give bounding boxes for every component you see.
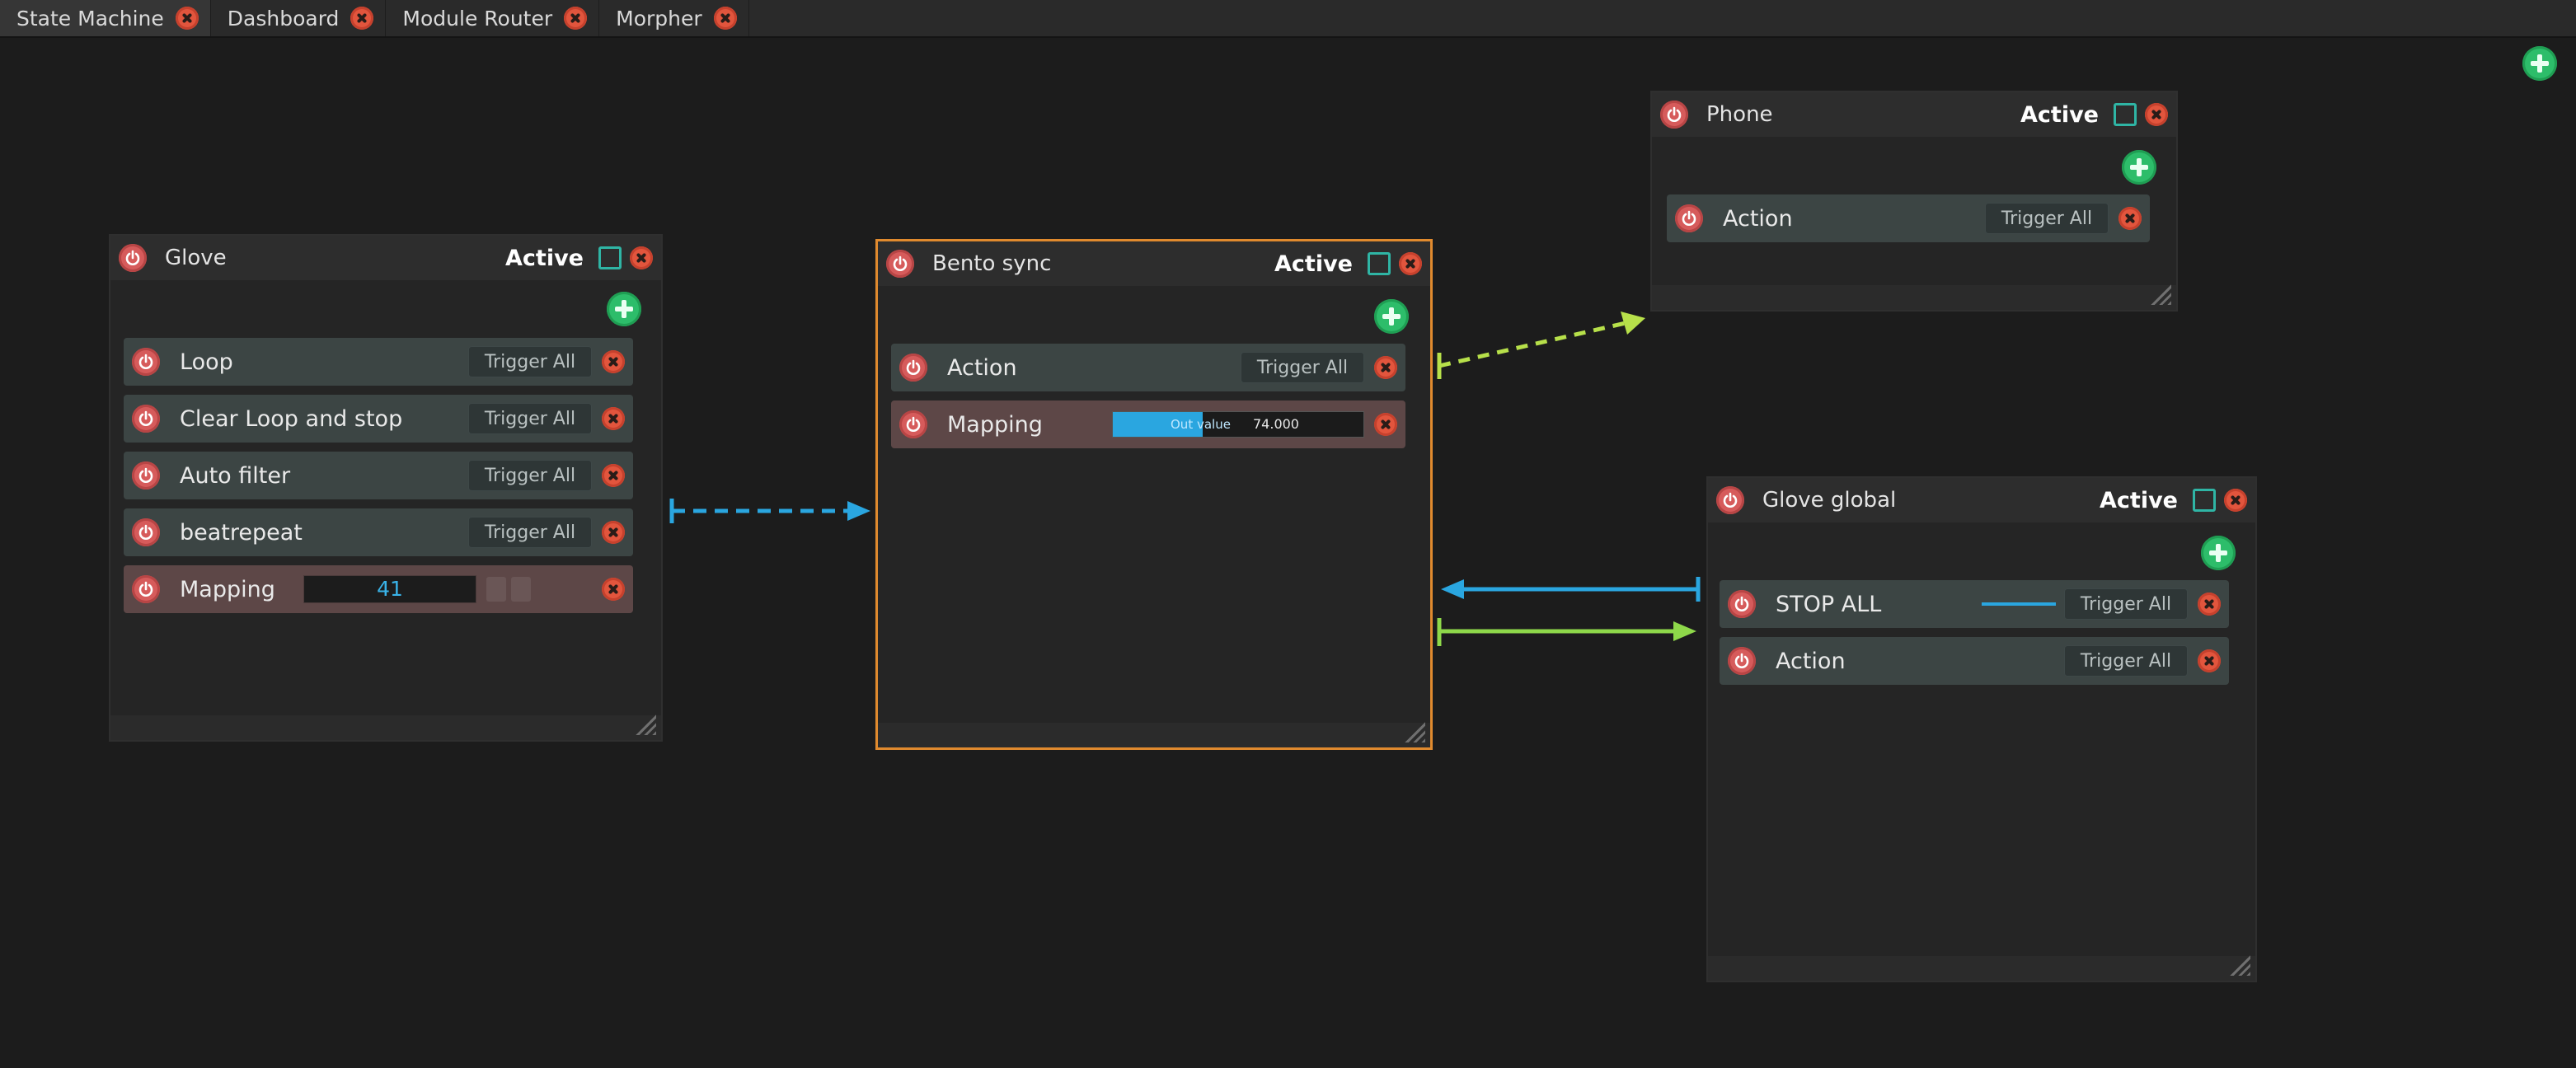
active-label: Active (505, 245, 584, 271)
power-icon[interactable] (899, 354, 927, 382)
mapping-toggle[interactable] (511, 577, 531, 602)
state-node-glove[interactable]: Glove Active Loop Trigger All Clear Loop… (109, 234, 663, 742)
power-icon[interactable] (132, 461, 160, 490)
remove-icon[interactable] (1374, 413, 1397, 436)
node-footer (1652, 285, 2176, 310)
power-icon[interactable] (1728, 647, 1756, 675)
trigger-all-button[interactable]: Trigger All (468, 346, 592, 377)
mapping-label: Mapping (947, 411, 1043, 438)
action-label: Action (1723, 205, 1793, 232)
link-glove-to-bento[interactable] (669, 499, 870, 523)
remove-icon[interactable] (602, 407, 625, 430)
mapping-value-field[interactable]: 41 (303, 575, 476, 603)
node-title: Glove global (1762, 488, 1897, 513)
activity-indicator (1982, 602, 2056, 606)
trigger-all-button[interactable]: Trigger All (2064, 588, 2188, 620)
list-item[interactable]: Action Trigger All (1667, 194, 2150, 242)
action-label: STOP ALL (1776, 591, 1882, 617)
power-icon[interactable] (132, 348, 160, 376)
power-icon[interactable] (886, 250, 914, 278)
list-item[interactable]: Auto filter Trigger All (124, 452, 633, 499)
trigger-all-button[interactable]: Trigger All (468, 460, 592, 491)
remove-icon[interactable] (602, 578, 625, 601)
out-value-bar: Out value 74.000 (1112, 411, 1364, 438)
close-icon[interactable] (2224, 489, 2247, 512)
action-label: Clear Loop and stop (180, 405, 403, 432)
power-icon[interactable] (1660, 101, 1688, 129)
add-action-icon[interactable] (1374, 299, 1409, 334)
action-label: beatrepeat (180, 519, 303, 546)
link-bento-to-gloveglobal[interactable] (1437, 618, 1696, 646)
close-icon[interactable] (630, 246, 653, 269)
action-label: Action (1776, 648, 1846, 674)
active-checkbox[interactable] (598, 246, 622, 269)
active-checkbox[interactable] (2114, 103, 2137, 126)
mapping-row[interactable]: Mapping 41 (124, 565, 633, 613)
power-icon[interactable] (132, 518, 160, 546)
state-node-glove-global[interactable]: Glove global Active STOP ALL Trigger All… (1706, 476, 2257, 982)
trigger-all-button[interactable]: Trigger All (2064, 645, 2188, 677)
trigger-all-button[interactable]: Trigger All (1985, 203, 2109, 234)
close-icon[interactable] (2145, 103, 2168, 126)
action-label: Auto filter (180, 462, 291, 489)
state-node-bento-sync[interactable]: Bento sync Active Action Trigger All Map… (875, 239, 1433, 750)
node-header[interactable]: Phone Active (1652, 92, 2176, 137)
node-title: Phone (1706, 102, 1773, 127)
node-title: Glove (165, 246, 227, 270)
mapping-label: Mapping (180, 576, 275, 602)
remove-icon[interactable] (602, 464, 625, 487)
state-node-phone[interactable]: Phone Active Action Trigger All (1650, 91, 2178, 312)
out-value-label: Out value (1171, 417, 1231, 432)
node-header[interactable]: Bento sync Active (878, 241, 1430, 286)
list-item[interactable]: STOP ALL Trigger All (1720, 580, 2229, 628)
node-footer (878, 723, 1430, 747)
active-checkbox[interactable] (2193, 489, 2216, 512)
active-label: Active (1274, 251, 1353, 277)
add-action-icon[interactable] (607, 292, 641, 326)
list-item[interactable]: Action Trigger All (891, 344, 1405, 391)
node-footer (1708, 956, 2255, 981)
node-footer (110, 715, 661, 740)
power-icon[interactable] (132, 575, 160, 603)
active-checkbox[interactable] (1368, 252, 1391, 275)
remove-icon[interactable] (2198, 649, 2221, 672)
out-value-number: 74.000 (1253, 416, 1299, 432)
trigger-all-button[interactable]: Trigger All (468, 403, 592, 434)
power-icon[interactable] (1675, 204, 1703, 232)
action-label: Action (947, 354, 1017, 381)
active-label: Active (2020, 101, 2099, 128)
power-icon[interactable] (132, 405, 160, 433)
trigger-all-button[interactable]: Trigger All (468, 517, 592, 548)
action-label: Loop (180, 349, 233, 375)
add-action-icon[interactable] (2122, 150, 2156, 185)
remove-icon[interactable] (1374, 356, 1397, 379)
link-gloveglobal-to-bento[interactable] (1441, 577, 1701, 602)
list-item[interactable]: Loop Trigger All (124, 338, 633, 386)
power-icon[interactable] (119, 244, 147, 272)
list-item[interactable]: beatrepeat Trigger All (124, 508, 633, 556)
node-header[interactable]: Glove global Active (1708, 478, 2255, 522)
remove-icon[interactable] (2198, 593, 2221, 616)
active-label: Active (2100, 487, 2178, 513)
list-item[interactable]: Clear Loop and stop Trigger All (124, 395, 633, 443)
mapping-toggle[interactable] (486, 577, 506, 602)
link-bento-to-phone[interactable] (1437, 312, 1645, 379)
node-header[interactable]: Glove Active (110, 236, 661, 280)
list-item[interactable]: Action Trigger All (1720, 637, 2229, 685)
mapping-row[interactable]: Mapping Out value 74.000 (891, 400, 1405, 448)
remove-icon[interactable] (602, 350, 625, 373)
remove-icon[interactable] (2119, 207, 2142, 230)
node-title: Bento sync (932, 251, 1052, 276)
remove-icon[interactable] (602, 521, 625, 544)
trigger-all-button[interactable]: Trigger All (1241, 352, 1364, 383)
power-icon[interactable] (899, 410, 927, 438)
close-icon[interactable] (1399, 252, 1422, 275)
power-icon[interactable] (1716, 486, 1744, 514)
power-icon[interactable] (1728, 590, 1756, 618)
add-action-icon[interactable] (2201, 536, 2236, 570)
